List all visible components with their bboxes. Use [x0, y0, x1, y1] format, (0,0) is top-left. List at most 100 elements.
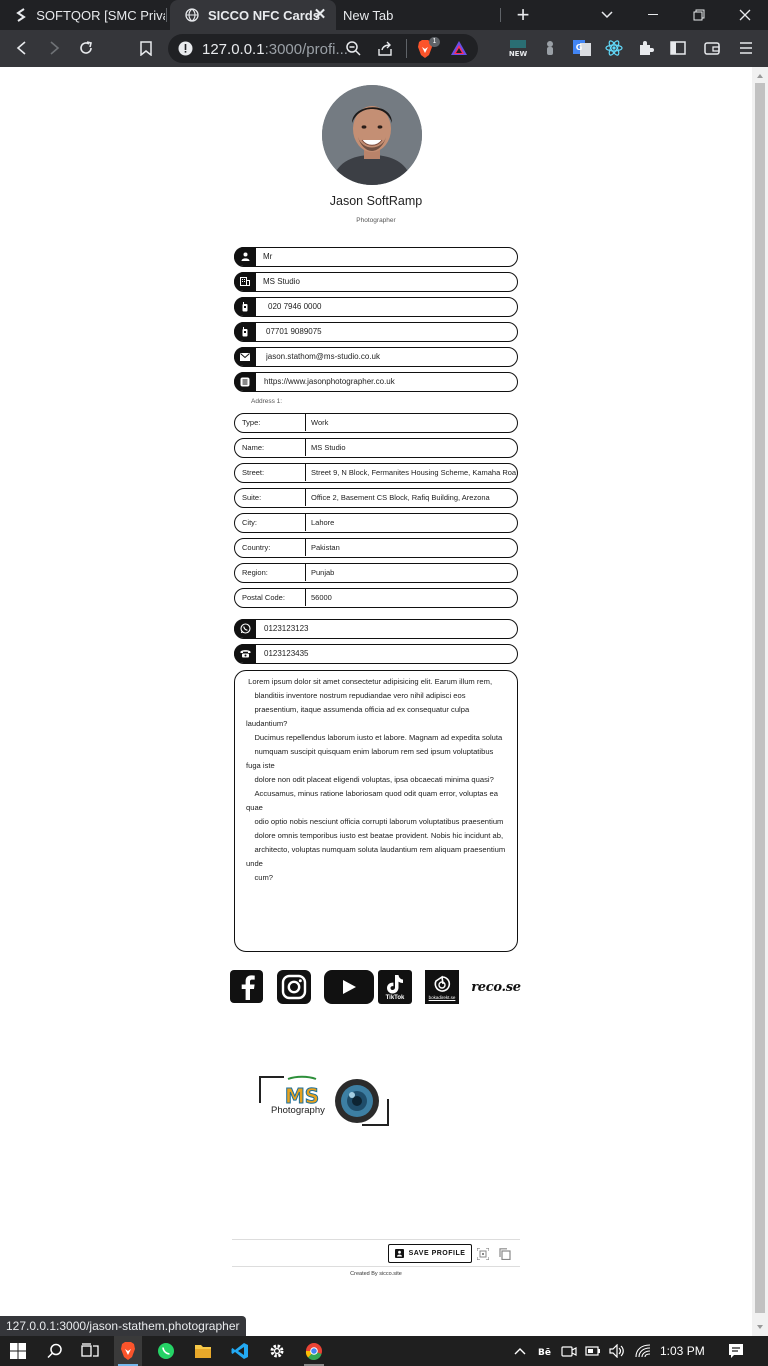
meet-now-icon[interactable]	[561, 1341, 577, 1361]
save-profile-label: SAVE PROFILE	[408, 1250, 466, 1257]
tab-search-chevron-icon[interactable]	[584, 0, 630, 30]
address-bar[interactable]: 127.0.0.1:3000/profi... 1	[168, 34, 478, 63]
avatar	[322, 85, 422, 185]
back-icon[interactable]	[12, 38, 32, 58]
tiktok-icon[interactable]: TikTok	[378, 970, 412, 1004]
scroll-up-arrow-icon[interactable]	[752, 69, 768, 83]
tab-new-tab[interactable]: New Tab	[336, 0, 500, 30]
menu-icon[interactable]	[736, 38, 756, 58]
close-tab-icon[interactable]: ✕	[312, 7, 328, 23]
address-postal-code-row: Postal Code: 56000	[234, 588, 518, 608]
address-value: Work	[311, 418, 329, 427]
facebook-icon[interactable]	[230, 970, 263, 1003]
scroll-thumb[interactable]	[755, 83, 765, 1313]
search-icon[interactable]	[45, 1341, 65, 1361]
scroll-down-arrow-icon[interactable]	[752, 1320, 768, 1334]
address-country-row: Country: Pakistan	[234, 538, 518, 558]
battery-icon[interactable]	[585, 1341, 601, 1361]
telephone-field[interactable]: 0123123435	[234, 644, 518, 664]
volume-icon[interactable]	[608, 1341, 626, 1361]
address-heading: Address 1:	[251, 398, 283, 405]
page-scrollbar[interactable]	[752, 67, 768, 1336]
field-value: 0123123435	[264, 649, 309, 658]
address-value: MS Studio	[311, 443, 346, 452]
url-host: 127.0.0.1	[202, 41, 265, 58]
extensions-puzzle-icon[interactable]	[636, 38, 656, 58]
task-view-icon[interactable]	[80, 1341, 100, 1361]
whatsapp-app-icon[interactable]	[156, 1341, 176, 1361]
footer-divider-bottom	[232, 1266, 520, 1267]
address-label: Type:	[235, 414, 306, 431]
profile-name: Jason SoftRamp	[329, 194, 423, 208]
google-translate-icon[interactable]: G	[572, 38, 592, 58]
contact-card-icon	[394, 1249, 404, 1258]
file-explorer-icon[interactable]	[193, 1341, 213, 1361]
address-city-row: City: Lahore	[234, 513, 518, 533]
address-label: Street:	[235, 464, 306, 481]
wallet-icon[interactable]	[702, 38, 722, 58]
vscode-icon[interactable]	[230, 1341, 250, 1361]
tab-sicco[interactable]: SICCO NFC Cards ✕	[170, 0, 336, 30]
reco-icon[interactable]: reco.se	[470, 970, 522, 1004]
brave-browser-icon[interactable]	[118, 1341, 138, 1361]
brave-rewards-icon[interactable]	[450, 40, 468, 61]
bookmark-icon[interactable]	[136, 38, 156, 58]
website-field[interactable]: https://www.jasonphotographer.co.uk	[234, 372, 518, 392]
react-devtools-icon[interactable]	[604, 38, 624, 58]
field-value: 020 7946 0000	[268, 302, 322, 311]
address-label: Region:	[235, 564, 306, 581]
site-info-icon[interactable]	[178, 41, 193, 61]
tab-separator	[166, 8, 167, 22]
whatsapp-field[interactable]: 0123123123	[234, 619, 518, 639]
address-type-row: Type: Work	[234, 413, 518, 433]
taskbar-clock[interactable]: 1:03 PM	[660, 1344, 705, 1358]
qr-code-icon[interactable]	[476, 1247, 490, 1261]
address-value: Lahore	[311, 518, 335, 527]
close-window-icon[interactable]	[722, 0, 768, 30]
instagram-icon[interactable]	[277, 970, 311, 1004]
chrome-app-icon[interactable]	[304, 1341, 324, 1361]
shields-count-badge: 1	[429, 37, 440, 47]
field-value: MS Studio	[263, 277, 300, 286]
windows-start-icon[interactable]	[8, 1341, 28, 1361]
copy-icon[interactable]	[499, 1247, 511, 1261]
reco-label: reco.se	[471, 979, 521, 995]
forward-icon[interactable]	[44, 38, 64, 58]
url-text: 127.0.0.1:3000/profi...	[202, 41, 348, 58]
new-extension-icon[interactable]: NEW	[507, 39, 529, 59]
address-value: Pakistan	[311, 543, 340, 552]
mobile-field[interactable]: 07701 9089075	[234, 322, 518, 342]
share-icon[interactable]	[378, 41, 393, 61]
email-field[interactable]: jason.stathom@ms-studio.co.uk	[234, 347, 518, 367]
sidebar-icon[interactable]	[668, 38, 688, 58]
address-value: Street 9, N Block, Fermanites Housing Sc…	[311, 468, 516, 477]
tab-softqor[interactable]: SOFTQOR [SMC Private	[0, 0, 165, 30]
omnibox-divider	[406, 39, 407, 58]
show-hidden-icons-chevron-icon[interactable]	[512, 1341, 528, 1361]
restore-icon[interactable]	[676, 0, 722, 30]
extension-gray-icon[interactable]	[540, 38, 560, 58]
wifi-icon[interactable]	[634, 1341, 652, 1361]
credit-text: Created By sicco.site	[350, 1271, 402, 1277]
youtube-icon[interactable]	[324, 970, 374, 1004]
person-icon	[234, 247, 256, 266]
field-value: 0123123123	[264, 624, 309, 633]
save-profile-button[interactable]: SAVE PROFILE	[388, 1244, 472, 1263]
address-label: Postal Code:	[235, 589, 306, 606]
behance-tray-icon[interactable]: Bē	[537, 1341, 553, 1361]
reload-icon[interactable]	[76, 38, 96, 58]
phone-field[interactable]: 020 7946 0000	[234, 297, 518, 317]
address-label: Suite:	[235, 489, 306, 506]
svg-text:NEW: NEW	[509, 50, 528, 58]
settings-gear-icon[interactable]	[267, 1341, 287, 1361]
building-icon	[234, 272, 256, 291]
address-street-row: Street: Street 9, N Block, Fermanites Ho…	[234, 463, 518, 483]
notifications-icon[interactable]	[726, 1341, 746, 1361]
tiktok-label: TikTok	[385, 994, 405, 1001]
bokadirekt-icon[interactable]: bokadirekt.se	[425, 970, 459, 1004]
field-value: Mr	[263, 252, 273, 261]
new-tab-plus-icon[interactable]: +	[500, 0, 546, 30]
address-suite-row: Suite: Office 2, Basement CS Block, Rafi…	[234, 488, 518, 508]
zoom-icon[interactable]	[346, 41, 361, 61]
minimize-icon[interactable]	[630, 0, 676, 30]
